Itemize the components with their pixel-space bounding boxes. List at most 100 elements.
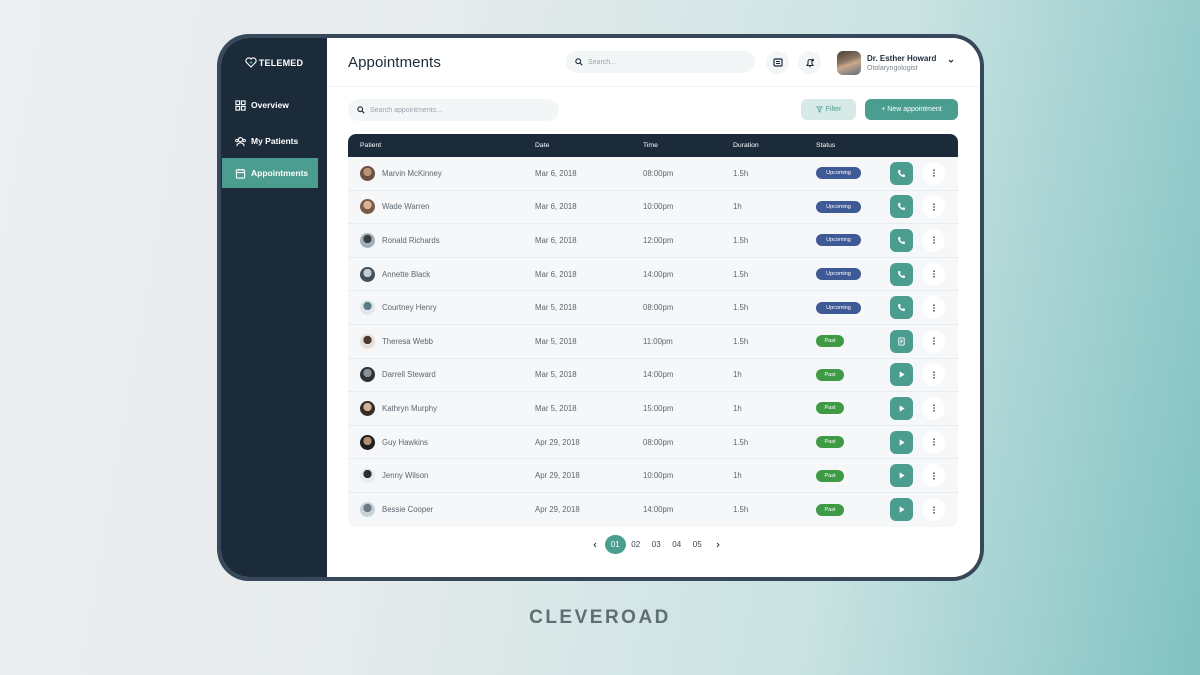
pagination: 01 02 03 04 05 bbox=[585, 535, 728, 554]
search-placeholder: Search appointments... bbox=[370, 106, 442, 114]
column-header-date[interactable]: Date bbox=[535, 142, 549, 149]
new-appointment-button[interactable]: + New appointment bbox=[865, 99, 958, 120]
page-button-05[interactable]: 05 bbox=[687, 535, 708, 554]
sidebar-item-appointments[interactable]: Appointments bbox=[222, 158, 318, 188]
status-cell: Upcoming bbox=[816, 268, 861, 281]
table-row[interactable]: Theresa Webb Mar 5, 2018 11:00pm 1.5h Past bbox=[348, 325, 958, 359]
appointment-duration: 1.5h bbox=[733, 168, 749, 178]
more-vertical-icon bbox=[932, 169, 935, 177]
page-button-02[interactable]: 02 bbox=[626, 535, 647, 554]
status-badge: Upcoming bbox=[816, 268, 861, 281]
appointments-search-input[interactable]: Search appointments... bbox=[348, 99, 559, 121]
notes-button[interactable] bbox=[890, 329, 913, 353]
patient-name: Guy Hawkins bbox=[382, 437, 428, 447]
appointment-duration: 1h bbox=[733, 471, 742, 481]
background-card: TELEMED Overview My Patients Appointment… bbox=[0, 0, 1200, 675]
patient-cell: Courtney Henry bbox=[360, 300, 437, 316]
call-button[interactable] bbox=[890, 195, 913, 219]
user-role: Otolaryngologist bbox=[867, 65, 918, 72]
status-cell: Past bbox=[816, 335, 844, 348]
more-vertical-icon bbox=[932, 337, 935, 345]
patient-cell: Bessie Cooper bbox=[360, 502, 434, 518]
more-options-button[interactable] bbox=[922, 161, 945, 185]
logo[interactable]: TELEMED bbox=[221, 57, 327, 68]
more-options-button[interactable] bbox=[922, 363, 945, 387]
table-row[interactable]: Marvin McKinney Mar 6, 2018 08:00pm 1.5h Upc… bbox=[348, 157, 958, 191]
messages-button[interactable] bbox=[766, 51, 789, 74]
table-row[interactable]: Courtney Henry Mar 5, 2018 08:00pm 1.5h Upco… bbox=[348, 291, 958, 325]
appointment-time: 08:00pm bbox=[643, 437, 674, 447]
page-button-03[interactable]: 03 bbox=[646, 535, 667, 554]
notes-icon bbox=[898, 337, 905, 346]
appointments-table: Patient Date Time Duration Status Marvin… bbox=[348, 134, 958, 527]
page-button-01[interactable]: 01 bbox=[605, 535, 626, 554]
appointment-time: 10:00pm bbox=[643, 471, 674, 481]
chevron-down-icon[interactable] bbox=[947, 57, 955, 65]
notifications-button[interactable] bbox=[798, 51, 821, 74]
more-options-button[interactable] bbox=[922, 430, 945, 454]
more-options-button[interactable] bbox=[922, 228, 945, 252]
status-badge: Upcoming bbox=[816, 234, 861, 247]
column-header-duration[interactable]: Duration bbox=[733, 142, 759, 149]
appointment-time: 12:00pm bbox=[643, 235, 674, 245]
more-options-button[interactable] bbox=[922, 195, 945, 219]
patient-cell: Theresa Webb bbox=[360, 333, 433, 349]
table-row[interactable]: Jenny Wilson Apr 29, 2018 10:00pm 1h Past bbox=[348, 459, 958, 493]
table-row[interactable]: Ronald Richards Mar 6, 2018 12:00pm 1.5h Upc… bbox=[348, 224, 958, 258]
play-icon bbox=[899, 371, 905, 379]
column-header-status[interactable]: Status bbox=[816, 142, 835, 149]
more-options-button[interactable] bbox=[922, 262, 945, 286]
app-screen: TELEMED Overview My Patients Appointment… bbox=[221, 38, 980, 577]
next-page-button[interactable] bbox=[708, 535, 728, 554]
patient-cell: Jenny Wilson bbox=[360, 468, 428, 484]
patient-name: Kathryn Murphy bbox=[382, 403, 438, 413]
status-badge: Upcoming bbox=[816, 167, 861, 180]
play-button[interactable] bbox=[890, 363, 913, 387]
table-row[interactable]: Annette Black Mar 6, 2018 14:00pm 1.5h Upcom… bbox=[348, 258, 958, 292]
call-button[interactable] bbox=[890, 161, 913, 185]
appointment-time: 11:00pm bbox=[643, 336, 673, 346]
table-row[interactable]: Guy Hawkins Apr 29, 2018 08:00pm 1.5h Past bbox=[348, 426, 958, 460]
table-row[interactable]: Kathryn Murphy Mar 5, 2018 15:00pm 1h Past bbox=[348, 392, 958, 426]
status-cell: Upcoming bbox=[816, 301, 861, 314]
page-button-04[interactable]: 04 bbox=[667, 535, 688, 554]
appointment-time: 15:00pm bbox=[643, 403, 674, 413]
sidebar-item-overview[interactable]: Overview bbox=[222, 90, 318, 120]
table-row[interactable]: Darrell Steward Mar 5, 2018 14:00pm 1h Past bbox=[348, 359, 958, 393]
patient-cell: Annette Black bbox=[360, 266, 430, 282]
play-button[interactable] bbox=[890, 396, 913, 420]
appointment-date: Mar 5, 2018 bbox=[535, 403, 577, 413]
sidebar-item-my-patients[interactable]: My Patients bbox=[222, 126, 318, 156]
patient-name: Bessie Cooper bbox=[382, 505, 434, 515]
search-icon bbox=[357, 106, 365, 114]
column-header-time[interactable]: Time bbox=[643, 142, 658, 149]
call-button[interactable] bbox=[890, 296, 913, 320]
more-options-button[interactable] bbox=[922, 396, 945, 420]
call-button[interactable] bbox=[890, 262, 913, 286]
play-button[interactable] bbox=[890, 430, 913, 454]
more-options-button[interactable] bbox=[922, 498, 945, 522]
play-button[interactable] bbox=[890, 464, 913, 488]
filter-button[interactable]: Filter bbox=[801, 99, 856, 120]
chevron-right-icon bbox=[716, 542, 720, 547]
more-vertical-icon bbox=[932, 304, 935, 312]
phone-icon bbox=[897, 270, 905, 278]
table-row[interactable]: Wade Warren Mar 6, 2018 10:00pm 1h Upcoming bbox=[348, 191, 958, 225]
patient-name: Darrell Steward bbox=[382, 370, 436, 380]
global-search-input[interactable]: Search... bbox=[566, 51, 755, 73]
tablet-frame: TELEMED Overview My Patients Appointment… bbox=[217, 34, 984, 581]
status-cell: Upcoming bbox=[816, 200, 861, 213]
avatar bbox=[360, 468, 375, 484]
more-options-button[interactable] bbox=[922, 464, 945, 488]
user-profile-menu[interactable]: Dr. Esther Howard Otolaryngologist bbox=[837, 51, 954, 75]
table-row[interactable]: Bessie Cooper Apr 29, 2018 14:00pm 1.5h Past bbox=[348, 493, 958, 527]
patient-name: Ronald Richards bbox=[382, 235, 440, 245]
play-button[interactable] bbox=[890, 498, 913, 522]
more-options-button[interactable] bbox=[922, 329, 945, 353]
call-button[interactable] bbox=[890, 228, 913, 252]
column-header-patient[interactable]: Patient bbox=[360, 142, 381, 149]
sidebar-item-label: Overview bbox=[251, 100, 289, 110]
prev-page-button[interactable] bbox=[585, 535, 605, 554]
more-options-button[interactable] bbox=[922, 296, 945, 320]
appointment-date: Mar 6, 2018 bbox=[535, 269, 577, 279]
